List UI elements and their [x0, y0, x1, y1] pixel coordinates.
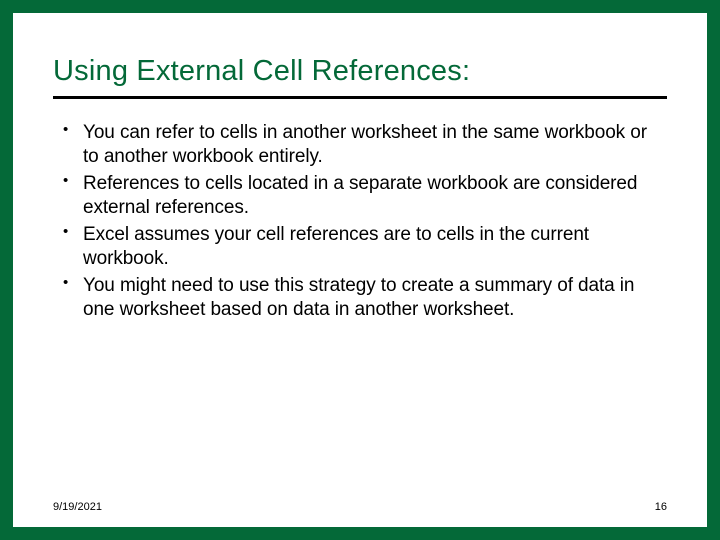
title-underline: [53, 96, 667, 99]
list-item: You might need to use this strategy to c…: [59, 274, 667, 321]
bullet-list: You can refer to cells in another worksh…: [53, 121, 667, 321]
slide: Using External Cell References: You can …: [13, 13, 707, 527]
slide-title: Using External Cell References:: [53, 55, 667, 96]
footer-page-number: 16: [655, 501, 667, 513]
footer-date: 9/19/2021: [53, 501, 102, 513]
slide-footer: 9/19/2021 16: [53, 501, 667, 513]
list-item: References to cells located in a separat…: [59, 172, 667, 219]
list-item: You can refer to cells in another worksh…: [59, 121, 667, 168]
list-item: Excel assumes your cell references are t…: [59, 223, 667, 270]
